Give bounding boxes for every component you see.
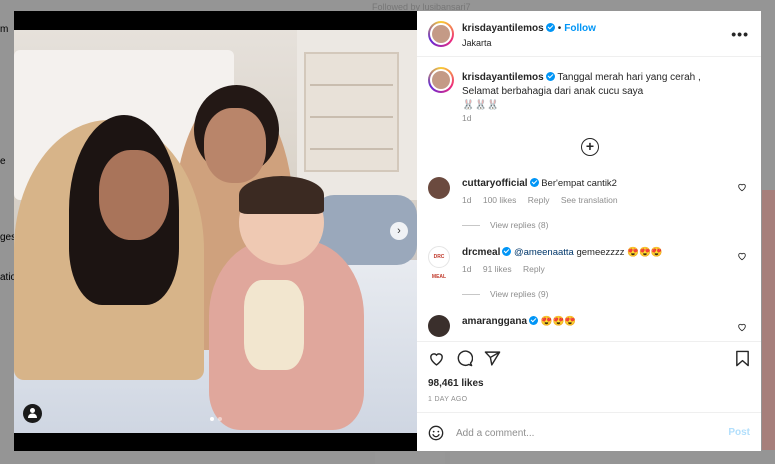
comment-body: amaranggana 😍😍😍 (462, 316, 727, 327)
post-photo (14, 30, 417, 433)
comment-input[interactable] (456, 423, 706, 443)
verified-icon (502, 247, 512, 256)
verified-icon (545, 23, 555, 32)
follow-button[interactable]: Follow (564, 23, 596, 34)
avatar[interactable] (428, 21, 454, 47)
carousel-indicator (210, 417, 222, 421)
avatar[interactable]: DRC MEAL (428, 246, 450, 280)
reply-button[interactable]: Reply (528, 195, 550, 205)
post-button[interactable]: Post (728, 427, 750, 438)
avatar[interactable] (428, 177, 450, 199)
share-icon[interactable] (484, 350, 501, 367)
comment-username[interactable]: amaranggana (462, 316, 527, 327)
post-media: › (14, 11, 417, 451)
reply-button[interactable]: Reply (523, 264, 545, 274)
post-author: krisdayantilemos • Follow (462, 23, 596, 34)
location-link[interactable]: Jakarta (462, 38, 492, 48)
avatar[interactable] (428, 67, 454, 93)
post-caption: krisdayantilemos Tanggal merah hari yang… (462, 71, 747, 113)
avatar[interactable] (428, 315, 450, 337)
likes-count[interactable]: 98,461 likes (428, 378, 484, 389)
heart-icon[interactable] (428, 350, 445, 367)
plus-circle-icon[interactable]: + (581, 138, 599, 156)
comment-time: 1d (462, 195, 472, 205)
mention-link[interactable]: @ameenaatta (514, 247, 574, 258)
verified-icon (529, 316, 539, 325)
carousel-dot (218, 417, 222, 421)
comment-text: 😍😍😍 (540, 316, 577, 327)
caption-time: 1d (462, 113, 472, 123)
heart-icon[interactable] (737, 251, 747, 261)
post-sidebar: krisdayantilemos • Follow Jakarta ••• kris… (417, 11, 761, 451)
post-timestamp[interactable]: 1 DAY AGO (428, 396, 467, 403)
comment-meta: 1d 91 likes Reply (462, 264, 554, 274)
view-replies-button[interactable]: View replies (8) (462, 220, 548, 230)
comment-text: gemeezzzz 😍😍😍 (576, 247, 663, 258)
comment-likes[interactable]: 91 likes (483, 264, 512, 274)
carousel-dot (210, 417, 214, 421)
background-thumbnail (762, 190, 775, 450)
comment-username[interactable]: cuttaryofficial (462, 178, 528, 189)
post-modal: › krisdayantilemos • Follow Jakarta ••• kr… (14, 11, 761, 451)
heart-icon[interactable] (737, 182, 747, 192)
post-actions: 98,461 likes 1 DAY AGO Post (417, 341, 761, 451)
verified-icon (545, 72, 555, 81)
view-replies-button[interactable]: View replies (9) (462, 289, 548, 299)
add-comment-bar: Post (417, 412, 761, 452)
user-tag-icon[interactable] (23, 404, 42, 423)
username-link[interactable]: krisdayantilemos (462, 23, 544, 34)
verified-icon (529, 178, 539, 187)
comment-username[interactable]: drcmeal (462, 247, 500, 258)
more-icon[interactable]: ••• (731, 26, 749, 42)
comment-body: cuttaryofficial Ber'empat cantik2 (462, 178, 727, 189)
emoji-icon[interactable] (428, 425, 444, 441)
see-translation-button[interactable]: See translation (561, 195, 618, 205)
comment-time: 1d (462, 264, 472, 274)
heart-icon[interactable] (737, 322, 747, 332)
caption-username[interactable]: krisdayantilemos (462, 72, 544, 83)
comment-meta: 1d 100 likes Reply See translation (462, 195, 627, 205)
comment-likes[interactable]: 100 likes (483, 195, 517, 205)
comment-icon[interactable] (456, 350, 473, 367)
bookmark-icon[interactable] (735, 350, 750, 367)
comment-body: drcmeal @ameenaatta gemeezzzz 😍😍😍 (462, 247, 727, 258)
post-header: krisdayantilemos • Follow Jakarta ••• (417, 11, 761, 57)
comment-text: Ber'empat cantik2 (541, 178, 617, 189)
background-thumbnails (150, 452, 750, 464)
chevron-right-icon[interactable]: › (390, 222, 408, 240)
background-left-text: m e ges atio (0, 24, 17, 283)
